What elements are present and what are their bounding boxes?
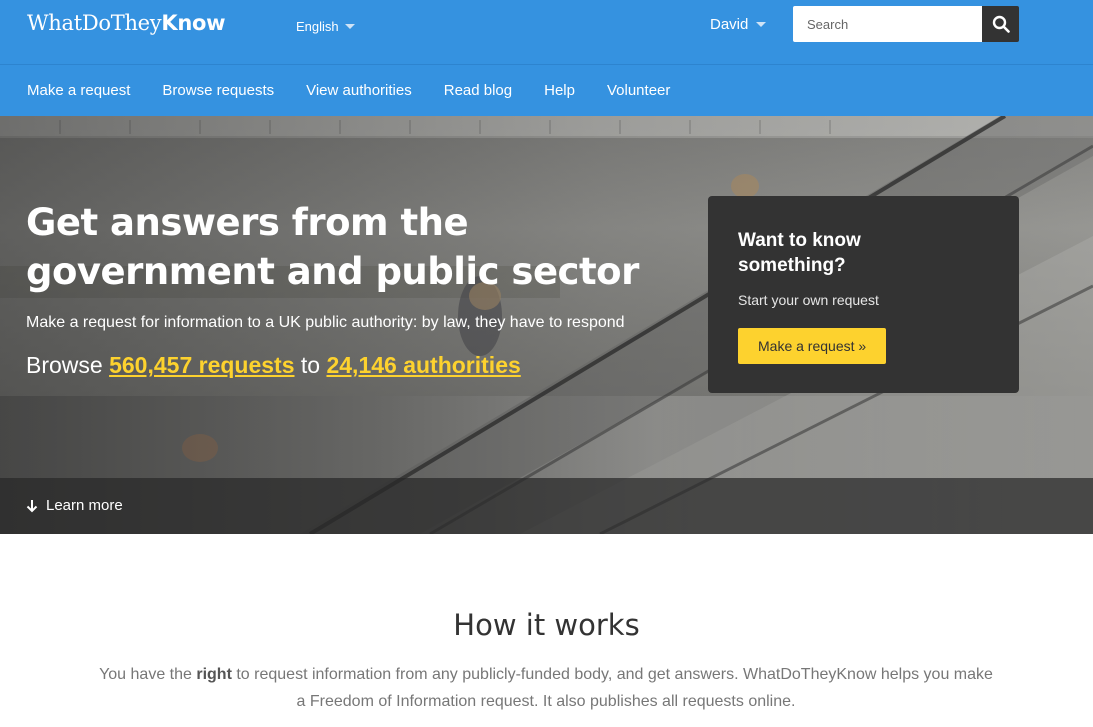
- chevron-down-icon: [344, 24, 355, 29]
- nav-read-blog[interactable]: Read blog: [444, 82, 512, 99]
- search-button[interactable]: [982, 6, 1019, 42]
- site-logo[interactable]: WhatDoTheyKnow: [27, 11, 226, 35]
- nav-volunteer[interactable]: Volunteer: [607, 82, 670, 99]
- how-it-works-text: You have the right to request informatio…: [96, 661, 996, 715]
- chevron-down-icon: [756, 22, 767, 27]
- learn-more-link[interactable]: Learn more: [26, 497, 123, 514]
- request-card: Want to know something? Start your own r…: [708, 196, 1019, 393]
- hero-banner: Get answers from the government and publ…: [0, 116, 1093, 534]
- user-menu[interactable]: David: [710, 16, 767, 33]
- how-text-bold: right: [196, 666, 232, 683]
- learn-more-label: Learn more: [46, 497, 123, 514]
- authorities-count-link[interactable]: 24,146 authorities: [326, 352, 520, 378]
- search-input[interactable]: [793, 6, 982, 42]
- nav-make-request[interactable]: Make a request: [27, 82, 130, 99]
- nav-help[interactable]: Help: [544, 82, 575, 99]
- how-it-works-section: How it works You have the right to reque…: [0, 534, 1093, 727]
- browse-prefix: Browse: [26, 352, 103, 378]
- request-card-subtitle: Start your own request: [738, 292, 879, 308]
- hero-browse-line: Browse 560,457 requests to 24,146 author…: [26, 352, 521, 379]
- hero-subtitle: Make a request for information to a UK p…: [26, 314, 625, 331]
- arrow-down-icon: [26, 499, 38, 512]
- user-name: David: [710, 16, 749, 33]
- logo-text-plain: WhatDoThey: [27, 11, 162, 35]
- logo-text-bold: Know: [161, 11, 226, 35]
- request-card-title: Want to know something?: [738, 230, 861, 276]
- how-text-suffix: to request information from any publicly…: [236, 666, 993, 710]
- site-header: WhatDoTheyKnow English David: [0, 0, 1093, 64]
- learn-more-bar: Learn more: [0, 478, 1093, 534]
- how-it-works-title: How it works: [453, 608, 640, 642]
- language-label: English: [296, 19, 339, 34]
- language-selector[interactable]: English: [296, 19, 355, 34]
- make-request-button[interactable]: Make a request »: [738, 328, 887, 364]
- requests-count-link[interactable]: 560,457 requests: [109, 352, 294, 378]
- main-nav: Make a request Browse requests View auth…: [0, 64, 1093, 116]
- search-icon: [992, 15, 1010, 33]
- browse-middle: to: [300, 352, 321, 378]
- hero-title: Get answers from the government and publ…: [26, 201, 639, 293]
- nav-browse-requests[interactable]: Browse requests: [162, 82, 274, 99]
- nav-view-authorities[interactable]: View authorities: [306, 82, 412, 99]
- how-text-prefix: You have the: [99, 666, 192, 683]
